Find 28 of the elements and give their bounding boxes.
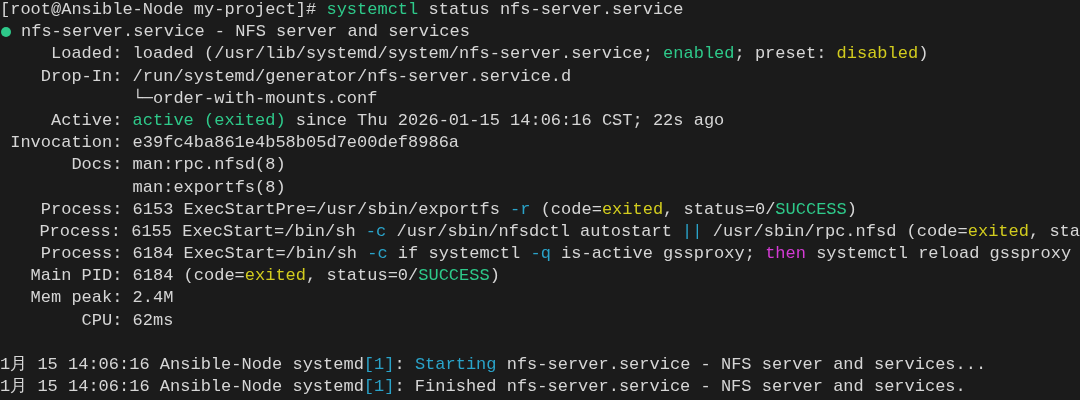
field-value: 62ms (132, 309, 174, 332)
field-value: loaded (/usr/lib/systemd/system/nfs-server.service; enabled; preset: disabled) (132, 43, 929, 66)
field-value: 6155 ExecStart=/bin/sh -c /usr/sbin/nfsdctl autostart || /usr/sbin/rpc.nfsd (code=exited, sta (131, 220, 1080, 243)
field-label: Docs: (70, 154, 123, 177)
field-label: Loaded: (50, 43, 123, 66)
field-value: 2.4M (132, 287, 174, 310)
field-label: Process: (39, 198, 123, 221)
field-label: Main PID: (29, 265, 123, 288)
field-label: Drop-In: (39, 65, 123, 88)
field-value: /run/systemd/generator/nfs-server.service.d (132, 65, 572, 88)
field-label: Process: (38, 220, 121, 243)
field-value: e39fc4ba861e4b58b05d7e00def8986a (132, 132, 460, 155)
field-value: 6184 (code=exited, status=0/SUCCESS) (132, 265, 500, 288)
field-label: Active: (50, 109, 123, 132)
field-label: Mem peak: (29, 287, 123, 310)
field-value: man:rpc.nfsd(8) (132, 154, 286, 177)
field-value: active (exited) since Thu 2026-01-15 14:06:16 CST; 22s ago (132, 109, 725, 132)
field-label: Process: (39, 243, 123, 266)
field-value: └─order-with-mounts.conf (132, 87, 378, 110)
field-label: Invocation: (9, 132, 123, 155)
unit-title: nfs-server.service - NFS server and services (21, 21, 470, 44)
field-label: CPU: (80, 309, 123, 332)
field-value: man:exportfs(8) (132, 176, 286, 199)
command-line: [root@Ansible-Node my-project]# systemctl status nfs-server.service (0, 0, 684, 21)
log-line: 1月 15 14:06:16 Ansible-Node systemd[1]: Starting nfs-server.service - NFS server and services... (0, 354, 987, 376)
field-value: 6184 ExecStart=/bin/sh -c if systemctl -q is-active gssproxy; then systemctl reload gssproxy (132, 243, 1072, 266)
log-line: 1月 15 14:06:16 Ansible-Node systemd[1]: Finished nfs-server.service - NFS server and services. (0, 376, 966, 399)
field-value: 6153 ExecStartPre=/usr/sbin/exportfs -r (code=exited, status=0/SUCCESS) (132, 198, 857, 221)
